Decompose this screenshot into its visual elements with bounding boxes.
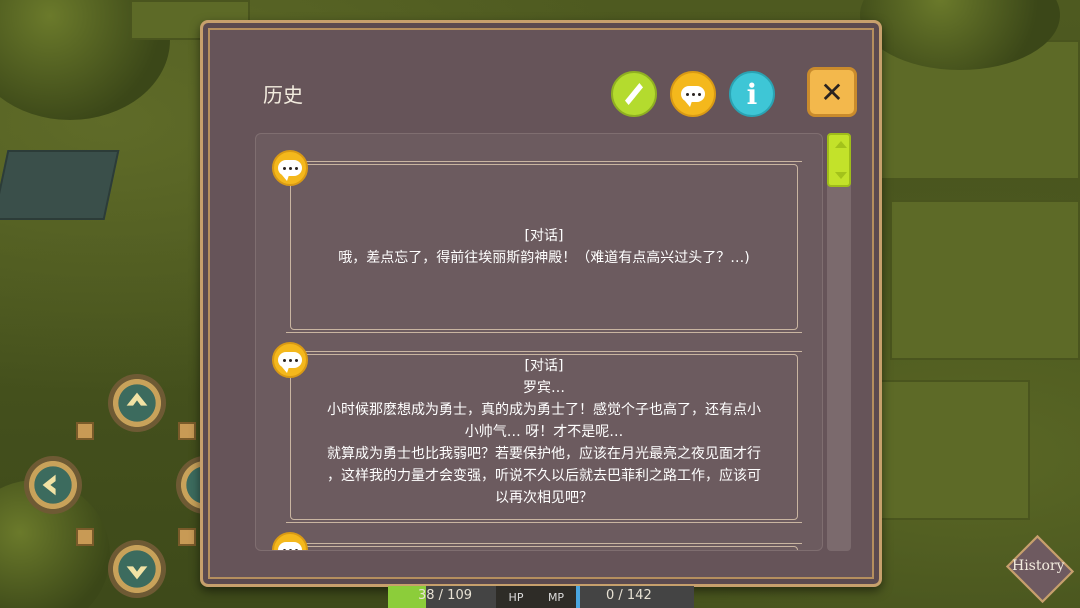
history-entry: [对话] 哦，差点忘了，得前往埃丽斯韵神殿！（难道有点高兴过头了？…) [286, 161, 802, 333]
entry-line: 哦，差点忘了，得前往埃丽斯韵神殿！（难道有点高兴过头了？…) [338, 250, 750, 266]
arrow-up-icon [126, 392, 148, 406]
speech-bubble-icon [278, 160, 302, 181]
entry-type-label: [对话] [524, 358, 564, 374]
speech-bubble-icon [278, 542, 302, 550]
dialog-title: 历史 [263, 83, 303, 107]
info-icon: i [746, 77, 758, 111]
hp-label: HP [508, 590, 524, 604]
close-button[interactable]: ✕ [807, 67, 857, 117]
entry-line: 小帅气… 呀！才不是呢… [464, 424, 624, 440]
history-button-label: History [1012, 558, 1065, 574]
entry-type-label: [对话] [524, 228, 564, 244]
dpad-diagonal-down-right-button[interactable] [178, 528, 196, 546]
status-hud: 38 / 109 HP MP 0 / 142 [388, 586, 694, 608]
mp-label: MP [547, 590, 565, 604]
mp-bar-fill [576, 586, 580, 608]
scrollbar-thumb[interactable] [827, 133, 851, 187]
mp-value: 0 / 142 [606, 588, 652, 603]
terrain-block [890, 200, 1080, 360]
speech-bubble-icon [681, 86, 705, 107]
speech-bubble-icon [278, 352, 302, 373]
arrow-down-icon [126, 566, 148, 580]
terrain-block [880, 380, 1030, 520]
quill-icon [625, 83, 643, 105]
dpad-diagonal-down-left-button[interactable] [76, 528, 94, 546]
dpad-diagonal-up-right-button[interactable] [178, 422, 196, 440]
dpad-diagonal-up-left-button[interactable] [76, 422, 94, 440]
entry-line: 就算成为勇士也比我弱吧？若要保护他，应该在月光最亮之夜见面才行 [327, 446, 761, 462]
hp-value: 38 / 109 [418, 588, 472, 603]
history-entry-text: [对话] 哦，差点忘了，得前往埃丽斯韵神殿！（难道有点高兴过头了？…) [291, 225, 797, 269]
entry-line: 罗宾… [523, 380, 565, 396]
history-scrollbar[interactable] [827, 133, 851, 551]
entry-line: 小时候那麽想成为勇士，真的成为勇士了！感觉个子也高了，还有点小 [327, 402, 761, 418]
mp-bar: 0 / 142 [576, 586, 694, 608]
entry-dialog-icon [272, 532, 308, 550]
dpad-up-button[interactable] [108, 374, 166, 432]
dpad-left-button[interactable] [24, 456, 82, 514]
quest-filter-button[interactable] [611, 71, 657, 117]
entry-dialog-icon [272, 150, 308, 186]
entry-dialog-icon [272, 342, 308, 378]
entry-line: 以再次相见吧？ [495, 490, 593, 506]
history-list[interactable]: [对话] 哦，差点忘了，得前往埃丽斯韵神殿！（难道有点高兴过头了？…) [对话]… [255, 133, 823, 551]
entry-line: ，这样我的力量才会变强，听说不久以后就去巴菲利之路工作，应该可 [327, 468, 761, 484]
history-entry-text: [对话] 罗宾… 小时候那麽想成为勇士，真的成为勇士了！感觉个子也高了，还有点小… [291, 355, 797, 509]
stone-slab [0, 150, 120, 220]
arrow-left-icon [42, 474, 56, 496]
history-entry: [对话] 罗宾… 小时候那麽想成为勇士，真的成为勇士了！感觉个子也高了，还有点小… [286, 351, 802, 523]
dialog-filter-button[interactable] [670, 71, 716, 117]
info-button[interactable]: i [729, 71, 775, 117]
history-entry [286, 543, 802, 550]
hp-bar: 38 / 109 [388, 586, 496, 608]
dpad-down-button[interactable] [108, 540, 166, 598]
history-dialog: 历史 i ✕ [对话] 哦，差点忘了，得前往埃丽斯韵神殿！（难道有点高兴过头了？… [200, 20, 882, 587]
close-icon: ✕ [820, 75, 844, 109]
